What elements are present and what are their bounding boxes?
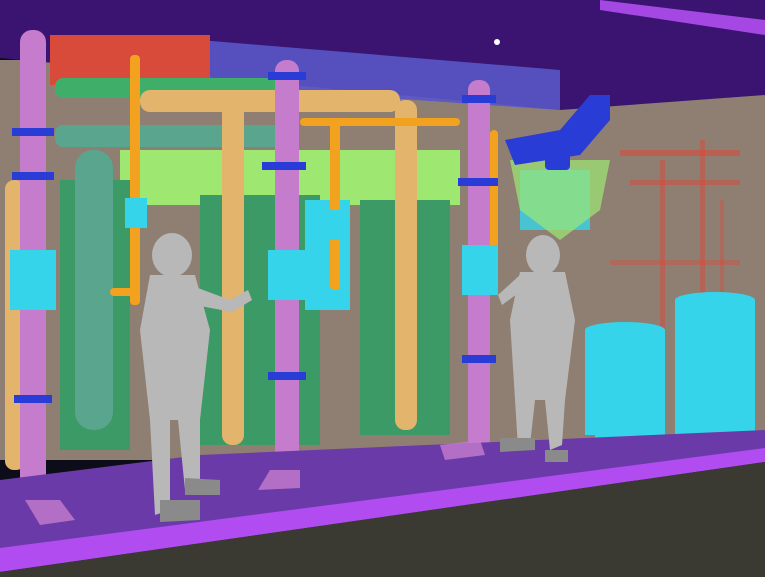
- green-cabinet-center: [200, 195, 320, 445]
- cyan-tank-large: [675, 292, 755, 435]
- teal-pipe: [75, 150, 113, 430]
- plant-room-3d-render: [0, 0, 765, 577]
- valve-block-2: [323, 210, 347, 240]
- tan-pipe-1: [222, 95, 244, 445]
- cyan-tank-small: [585, 322, 665, 445]
- teal-horizontal-pipe: [55, 125, 285, 147]
- blue-flange: [545, 145, 570, 170]
- valve-block-1: [125, 198, 147, 228]
- tan-pipe-2: [395, 100, 417, 430]
- ceiling-light: [494, 39, 500, 45]
- tan-horizontal-pipe: [140, 90, 400, 112]
